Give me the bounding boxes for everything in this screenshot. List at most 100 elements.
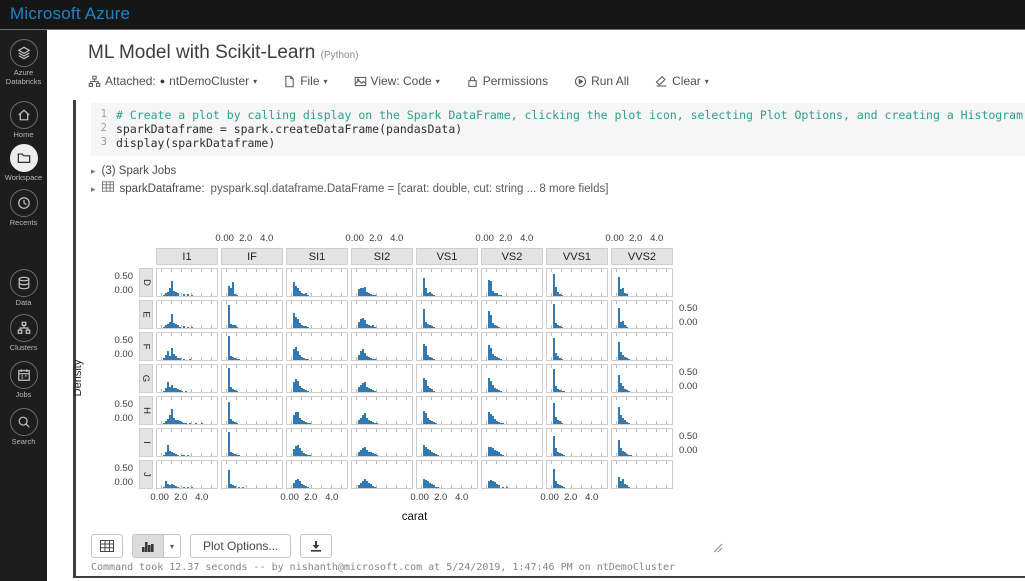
sidebar-item-recents[interactable]: Recents	[0, 189, 47, 228]
tick-mark	[421, 357, 422, 360]
tick-mark	[266, 333, 267, 336]
download-button[interactable]	[300, 534, 332, 558]
facet-row-header-d: D	[139, 268, 153, 297]
sidebar-item-clusters[interactable]: Clusters	[0, 314, 47, 353]
line-number: 1	[91, 108, 107, 122]
tick-mark	[451, 421, 452, 424]
tick-mark	[161, 365, 162, 368]
sidebar-item-azure-databricks[interactable]: Azure Databricks	[0, 39, 47, 86]
tick-mark	[451, 461, 452, 464]
histogram-bar	[183, 455, 185, 456]
output-resize-handle[interactable]	[713, 540, 723, 558]
code-editor[interactable]: 1# Create a plot by calling display on t…	[91, 103, 1025, 156]
histogram-panel-i-si2	[351, 428, 413, 457]
tick-mark	[356, 389, 357, 392]
tick-mark	[626, 461, 627, 464]
tick-mark	[471, 389, 472, 392]
show-table-button[interactable]	[91, 534, 123, 558]
tick-mark	[266, 461, 267, 464]
tick-mark	[581, 461, 582, 464]
tick-mark	[396, 325, 397, 328]
tick-mark	[451, 389, 452, 392]
x-tick-label: 0.00	[215, 233, 234, 244]
sidebar-item-home[interactable]: Home	[0, 101, 47, 140]
tick-mark	[211, 357, 212, 360]
run-all-button[interactable]: Run All	[574, 74, 629, 88]
histogram-panel-f-si2	[351, 332, 413, 361]
attached-cluster-menu[interactable]: Attached: ● ntDemoCluster ▾	[88, 74, 257, 88]
histogram-bar	[187, 294, 189, 296]
tick-mark	[536, 389, 537, 392]
facet-row-label: E	[141, 311, 152, 317]
histogram-panel-h-vvs2	[611, 396, 673, 425]
permissions-button[interactable]: Permissions	[466, 74, 548, 88]
sidebar-item-jobs[interactable]: Jobs	[0, 361, 47, 400]
tick-mark	[496, 397, 497, 400]
facet-row-header-f: F	[139, 332, 153, 361]
sidebar-item-data[interactable]: Data	[0, 269, 47, 308]
histogram-bar	[185, 391, 187, 392]
facet-column-header-vvs1: VVS1	[546, 248, 608, 265]
clear-menu[interactable]: Clear ▾	[655, 74, 709, 88]
sidebar-item-workspace[interactable]: Workspace	[0, 144, 47, 183]
histogram-panel-e-if	[221, 300, 283, 329]
y-tick-label: 0.00	[679, 381, 698, 392]
tick-mark	[396, 421, 397, 424]
tick-mark	[236, 333, 237, 336]
plot-options-button[interactable]: Plot Options...	[190, 534, 291, 558]
tick-mark	[536, 365, 537, 368]
tick-mark	[171, 397, 172, 400]
histogram-panel-i-i1	[156, 428, 218, 457]
facet-row-label: F	[141, 344, 152, 350]
tick-mark	[276, 389, 277, 392]
chart-type-dropdown-button[interactable]: ▾	[163, 534, 181, 558]
file-menu[interactable]: File ▾	[283, 74, 327, 88]
histogram-panel-f-i1	[156, 332, 218, 361]
tick-mark	[356, 461, 357, 464]
tick-mark	[376, 269, 377, 272]
microsoft-azure-logo[interactable]: Microsoft Azure	[10, 4, 130, 24]
tick-mark	[561, 461, 562, 464]
x-tick-label: 4.0	[390, 233, 403, 244]
tick-mark	[551, 365, 552, 368]
tick-mark	[441, 397, 442, 400]
tick-mark	[181, 397, 182, 400]
histogram-bar	[502, 455, 504, 456]
tick-mark	[536, 325, 537, 328]
x-tick-label: 4.0	[650, 233, 663, 244]
histogram-panel-d-vs1	[416, 268, 478, 297]
facet-row-header-g: G	[139, 364, 153, 393]
tick-mark	[276, 357, 277, 360]
tick-mark	[616, 357, 617, 360]
tick-mark	[616, 453, 617, 456]
notebook-main-area: ML Model with Scikit-Learn (Python) Atta…	[47, 30, 1025, 581]
tick-mark	[386, 429, 387, 432]
tick-mark	[341, 301, 342, 304]
tick-mark	[571, 301, 572, 304]
view-menu[interactable]: View: Code ▾	[354, 74, 440, 88]
histogram-bar	[561, 359, 563, 360]
x-tick-label: 2.0	[629, 233, 642, 244]
tick-mark	[246, 453, 247, 456]
spark-jobs-disclosure[interactable]: ▸ (3) Spark Jobs	[91, 162, 608, 180]
tick-mark	[486, 421, 487, 424]
tick-mark	[311, 333, 312, 336]
sidebar-item-search[interactable]: Search	[0, 408, 47, 447]
histogram-bar	[433, 327, 435, 328]
tick-mark	[516, 325, 517, 328]
tick-mark	[536, 357, 537, 360]
tick-mark	[211, 461, 212, 464]
tick-mark	[406, 453, 407, 456]
y-tick-label: 0.00	[679, 445, 698, 456]
tick-mark	[516, 397, 517, 400]
show-chart-button[interactable]	[132, 534, 164, 558]
histogram-bar	[628, 359, 630, 360]
disclosure-triangle-icon: ▸	[91, 180, 96, 198]
tick-mark	[266, 389, 267, 392]
histogram-panel-g-vvs2	[611, 364, 673, 393]
tick-mark	[506, 325, 507, 328]
cluster-icon	[88, 75, 101, 88]
histogram-panel-h-if	[221, 396, 283, 425]
dataframe-disclosure[interactable]: ▸ sparkDataframe: pyspark.sql.dataframe.…	[91, 180, 608, 198]
notebook-toolbar: Attached: ● ntDemoCluster ▾ File ▾ View:…	[88, 74, 709, 88]
